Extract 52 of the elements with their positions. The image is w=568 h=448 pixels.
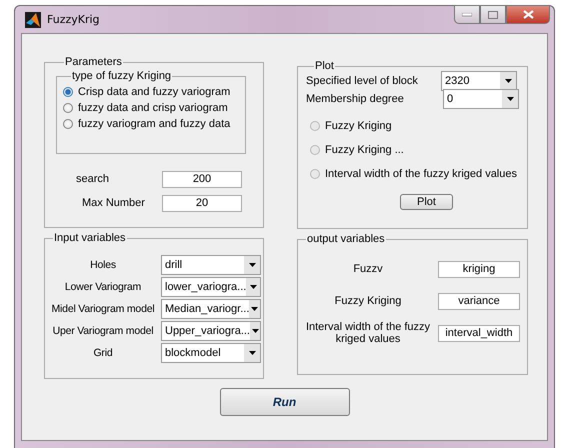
field-label: Lower Variogram xyxy=(64,281,142,293)
radio-icon[interactable] xyxy=(63,119,73,129)
caret-icon xyxy=(250,285,257,289)
panel-title: Plot xyxy=(314,60,335,72)
run-button[interactable]: Run xyxy=(220,388,350,416)
panel-title: output variables xyxy=(306,233,386,245)
dropdown[interactable]: 2320 xyxy=(441,71,517,91)
minimize-icon xyxy=(462,12,472,16)
plot-button[interactable]: Plot xyxy=(400,194,453,210)
dropdown[interactable]: blockmodel xyxy=(161,343,261,363)
input-field[interactable]: 200 xyxy=(162,170,242,188)
field-label: Membership degree xyxy=(306,93,404,105)
input-field[interactable]: interval_width xyxy=(438,324,520,342)
maximize-icon xyxy=(488,10,498,18)
input-field[interactable]: variance xyxy=(438,292,520,310)
close-icon xyxy=(522,10,534,19)
close-button[interactable] xyxy=(506,5,550,24)
field-label: Max Number xyxy=(81,197,146,209)
panel-title: Parameters xyxy=(64,56,123,68)
input-field[interactable]: 20 xyxy=(162,194,242,212)
maximize-button[interactable] xyxy=(480,5,506,24)
group-title: type of fuzzy Kriging xyxy=(71,70,172,82)
window-title: FuzzyKrig xyxy=(47,13,100,26)
field-label: Grid xyxy=(92,347,114,359)
field-label: Specified level of block xyxy=(306,75,418,87)
caret-icon xyxy=(504,79,512,83)
radio-option[interactable]: fuzzy variogram and fuzzy data xyxy=(63,116,245,132)
radio-icon[interactable] xyxy=(63,87,73,97)
dropdown[interactable]: lower_variogra... xyxy=(161,277,261,297)
app-logo-icon xyxy=(25,12,41,28)
caret-icon xyxy=(248,263,256,267)
input-field[interactable]: kriging xyxy=(438,260,520,278)
minimize-button[interactable] xyxy=(454,5,480,24)
panel-title: Input variables xyxy=(53,232,127,244)
dropdown[interactable]: drill xyxy=(161,255,261,275)
field-label: search xyxy=(75,173,110,185)
dropdown[interactable]: Median_variogr... xyxy=(161,299,261,319)
field-label: Holes xyxy=(89,259,117,271)
field-label: Fuzzy Kriging xyxy=(334,295,402,307)
caret-icon xyxy=(506,97,514,101)
caret-icon xyxy=(251,307,258,311)
dropdown[interactable]: 0 xyxy=(443,89,519,109)
radio-icon[interactable] xyxy=(63,103,73,113)
field-label: Midel Variogram model xyxy=(50,303,156,315)
field-label: Interval width of the fuzzy kriged values xyxy=(304,321,432,345)
field-label: Uper Variogram model xyxy=(52,325,154,337)
caret-icon xyxy=(252,329,258,333)
radio-option[interactable]: Crisp data and fuzzy variogram xyxy=(63,84,245,100)
dropdown[interactable]: Upper_variogra... xyxy=(161,321,261,341)
caret-icon xyxy=(248,351,256,355)
field-label: Fuzzv xyxy=(352,263,384,275)
radio-option[interactable]: fuzzy data and crisp variogram xyxy=(63,100,245,116)
